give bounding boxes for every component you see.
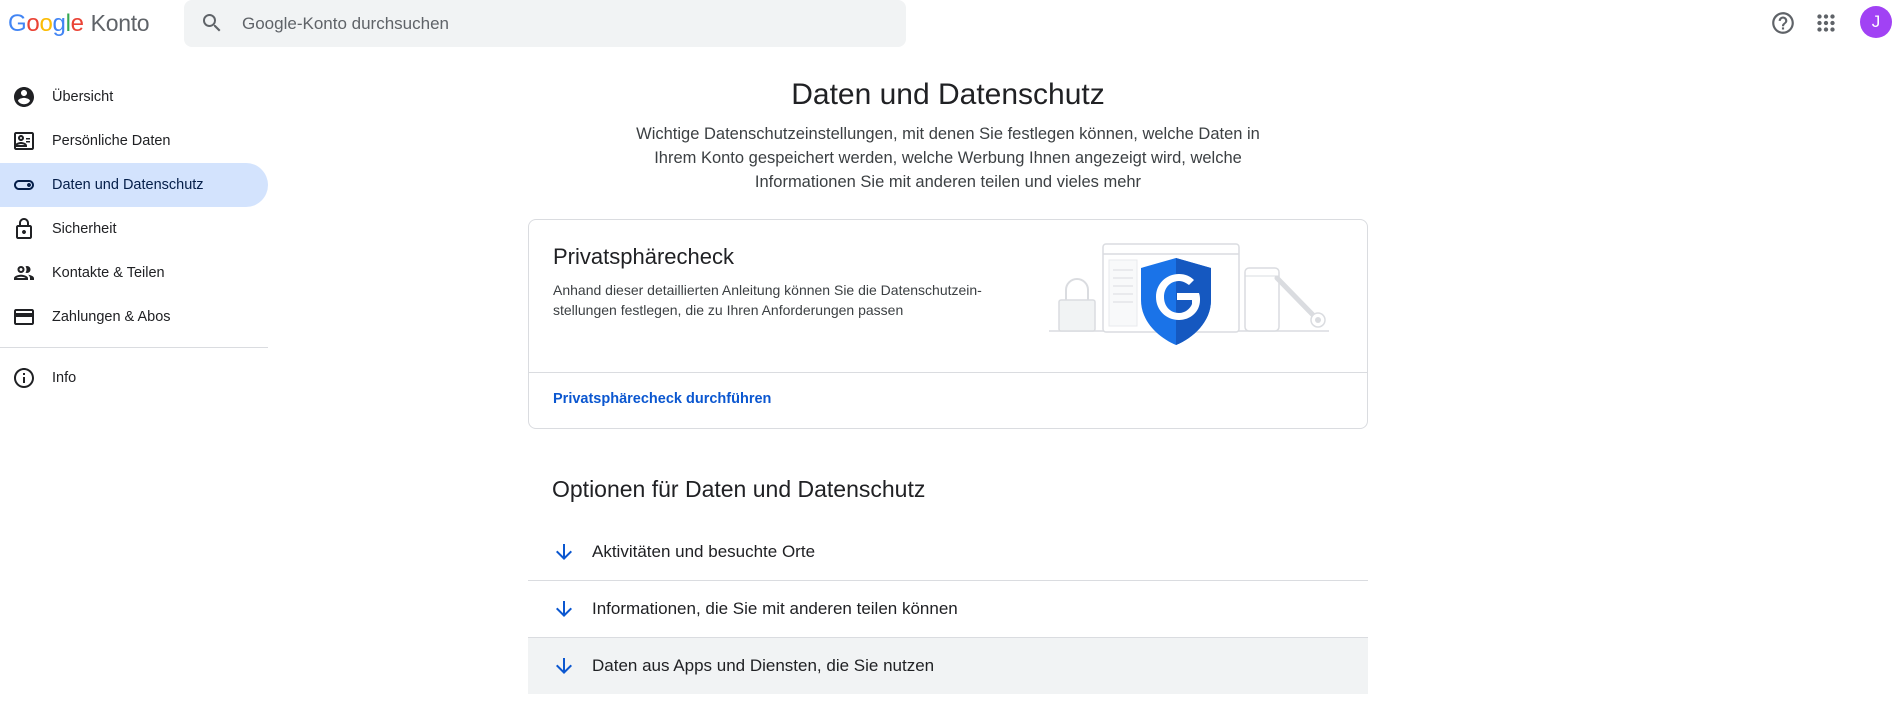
- option-info-share[interactable]: Informationen, die Sie mit anderen teile…: [528, 581, 1368, 637]
- sidebar-item-people-sharing[interactable]: Kontakte & Teilen: [0, 251, 268, 295]
- option-label: Daten aus Apps und Diensten, die Sie nut…: [592, 656, 935, 675]
- sidebar-item-label: Zahlungen & Abos: [52, 309, 171, 325]
- account-avatar[interactable]: J: [1860, 6, 1892, 38]
- search-bar[interactable]: [184, 0, 906, 47]
- page-title: Daten und Datenschutz: [791, 78, 1105, 111]
- sidebar-item-security[interactable]: Sicherheit: [0, 207, 268, 251]
- sidebar-item-label: Kontakte & Teilen: [52, 265, 165, 281]
- lock-icon: [12, 217, 36, 241]
- sidebar-divider: [0, 347, 268, 348]
- account-circle-icon: [12, 85, 36, 109]
- people-icon: [12, 261, 36, 285]
- top-app-bar: GoogleKonto J: [0, 0, 1902, 47]
- apps-grid-icon[interactable]: [1813, 10, 1839, 36]
- logo-product-name: Konto: [90, 10, 150, 36]
- info-icon: [12, 366, 36, 390]
- id-card-icon: [12, 129, 36, 153]
- sidebar-item-about[interactable]: Info: [0, 356, 268, 400]
- run-privacy-checkup-link[interactable]: Privatsphärecheck durchführen: [553, 391, 771, 407]
- search-icon[interactable]: [200, 11, 224, 35]
- arrow-down-icon: [556, 658, 572, 674]
- option-app-service-data[interactable]: Daten aus Apps und Diensten, die Sie nut…: [528, 638, 1368, 694]
- sidebar-item-label: Sicherheit: [52, 221, 117, 237]
- page-subtitle: Wichtige Datenschutzeinstellungen, mit d…: [636, 125, 1260, 191]
- sidebar-item-data-privacy[interactable]: Daten und Datenschutz: [0, 163, 268, 207]
- sidebar-item-payments[interactable]: Zahlungen & Abos: [0, 295, 268, 339]
- options-section-title: Optionen für Daten und Datenschutz: [552, 476, 926, 502]
- card-title: Privatsphärecheck: [553, 244, 734, 269]
- sidebar-item-personal-info[interactable]: Persönliche Daten: [0, 119, 268, 163]
- card-divider: [529, 372, 1367, 373]
- privacy-checkup-card: Privatsphärecheck Anhand dieser detailli…: [528, 219, 1368, 429]
- sidebar-nav: Übersicht Persönliche Daten Daten und Da…: [0, 75, 268, 400]
- option-label: Aktivitäten und besuchte Orte: [592, 542, 816, 561]
- help-icon[interactable]: [1770, 10, 1796, 36]
- privacy-shield-illustration: [1049, 243, 1329, 345]
- card-description: Anhand dieser detaillierten Anleitung kö…: [553, 282, 982, 318]
- sidebar-item-label: Daten und Datenschutz: [52, 177, 204, 193]
- google-account-logo[interactable]: Google Konto: [8, 10, 150, 37]
- sidebar-item-label: Übersicht: [52, 89, 114, 105]
- search-input[interactable]: [242, 0, 882, 47]
- sidebar-item-overview[interactable]: Übersicht: [0, 75, 268, 119]
- sidebar-item-label: Persönliche Daten: [52, 133, 171, 149]
- arrow-down-icon: [556, 544, 572, 560]
- option-label: Informationen, die Sie mit anderen teile…: [592, 599, 958, 618]
- arrow-down-icon: [556, 601, 572, 617]
- toggle-icon: [12, 173, 36, 197]
- option-activity-places[interactable]: Aktivitäten und besuchte Orte: [528, 524, 1368, 580]
- sidebar-item-label: Info: [52, 370, 77, 386]
- credit-card-icon: [12, 305, 36, 329]
